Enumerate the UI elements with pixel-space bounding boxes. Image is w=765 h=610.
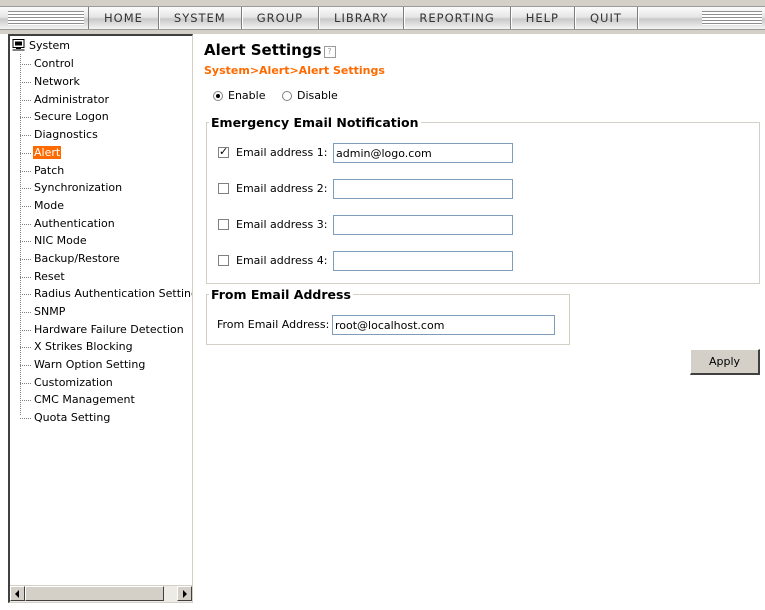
sidebar-item-nic-mode[interactable]: NIC Mode: [20, 232, 88, 249]
sidebar-item-label: Alert: [33, 146, 62, 159]
sidebar-item-label: Diagnostics: [34, 128, 98, 141]
sidebar-item-cmc-management[interactable]: CMC Management: [20, 391, 136, 408]
from-email-input[interactable]: [332, 315, 555, 335]
sidebar-tree: System Control Network Administrator Sec…: [8, 34, 193, 603]
sidebar-item-label: Warn Option Setting: [34, 358, 146, 371]
sidebar-item-label: SNMP: [34, 305, 66, 318]
sidebar-item-alert[interactable]: Alert: [20, 144, 62, 161]
scroll-right-button[interactable]: [177, 586, 192, 601]
sidebar-item-label: Radius Authentication Setting: [34, 287, 193, 300]
email-2-label: Email address 2:: [236, 182, 328, 195]
sidebar-item-label: Customization: [34, 376, 113, 389]
sidebar-item-label: Authentication: [34, 217, 115, 230]
email-3-input[interactable]: [333, 215, 513, 235]
breadcrumb: System>Alert>Alert Settings: [204, 64, 385, 77]
page-title: Alert Settings?: [204, 41, 336, 59]
sidebar-item-label: Mode: [34, 199, 64, 212]
sidebar-item-label: Reset: [34, 270, 65, 283]
email-1-input[interactable]: [333, 143, 513, 163]
menu-group[interactable]: GROUP: [242, 7, 320, 29]
scroll-thumb[interactable]: [25, 586, 164, 601]
sidebar-item-control[interactable]: Control: [20, 55, 75, 72]
sidebar-item-network[interactable]: Network: [20, 73, 81, 90]
tree-root-system[interactable]: System: [12, 38, 70, 54]
sidebar-item-secure-logon[interactable]: Secure Logon: [20, 108, 110, 125]
menu-system[interactable]: SYSTEM: [159, 7, 242, 29]
sidebar-item-label: Control: [34, 57, 74, 70]
scroll-left-button[interactable]: [10, 586, 25, 601]
sidebar-item-label: Network: [34, 75, 80, 88]
right-grip-lines: [702, 11, 762, 25]
top-navigation-bar: HOME SYSTEM GROUP LIBRARY REPORTING HELP…: [0, 0, 765, 34]
email-4-checkbox[interactable]: [218, 255, 229, 266]
from-email-label: From Email Address:: [217, 318, 330, 331]
sidebar-item-customization[interactable]: Customization: [20, 374, 114, 391]
sidebar-item-administrator[interactable]: Administrator: [20, 91, 110, 108]
disable-label: Disable: [297, 89, 338, 102]
sidebar-item-label: Quota Setting: [34, 411, 111, 424]
sidebar-item-patch[interactable]: Patch: [20, 162, 65, 179]
sidebar-item-snmp[interactable]: SNMP: [20, 303, 66, 320]
email-1-label: Email address 1:: [236, 146, 328, 159]
email-3-checkbox[interactable]: [218, 219, 229, 230]
arrow-left-icon: [15, 590, 19, 598]
email-2-checkbox[interactable]: [218, 183, 229, 194]
sidebar-item-radius-authentication-setting[interactable]: Radius Authentication Setting: [20, 285, 193, 302]
enable-label: Enable: [228, 89, 266, 102]
menu-reporting[interactable]: REPORTING: [404, 7, 511, 29]
email-2-input[interactable]: [333, 179, 513, 199]
menu-library[interactable]: LIBRARY: [319, 7, 405, 29]
menu-strip: HOME SYSTEM GROUP LIBRARY REPORTING HELP…: [0, 6, 765, 30]
page-title-text: Alert Settings: [204, 41, 322, 59]
sidebar-item-mode[interactable]: Mode: [20, 197, 65, 214]
sidebar-item-authentication[interactable]: Authentication: [20, 215, 116, 232]
menu-quit[interactable]: QUIT: [575, 7, 638, 29]
apply-button[interactable]: Apply: [690, 349, 760, 375]
horizontal-scrollbar[interactable]: [10, 585, 192, 602]
sidebar-item-x-strikes-blocking[interactable]: X Strikes Blocking: [20, 338, 134, 355]
main-menu: HOME SYSTEM GROUP LIBRARY REPORTING HELP…: [88, 7, 638, 29]
email-1-checkbox[interactable]: [218, 145, 229, 158]
sidebar-item-label: Secure Logon: [34, 110, 109, 123]
sidebar-item-hardware-failure-detection[interactable]: Hardware Failure Detection: [20, 321, 185, 338]
from-email-legend: From Email Address: [211, 287, 351, 302]
sidebar-item-warn-option-setting[interactable]: Warn Option Setting: [20, 356, 146, 373]
email-4-input[interactable]: [333, 251, 513, 271]
disable-radio[interactable]: Disable: [282, 89, 338, 103]
sidebar-item-label: X Strikes Blocking: [34, 340, 133, 353]
email-4-label: Email address 4:: [236, 254, 328, 267]
sidebar-item-quota-setting[interactable]: Quota Setting: [20, 409, 111, 426]
sidebar-item-reset[interactable]: Reset: [20, 268, 66, 285]
tree-root-label: System: [29, 39, 71, 52]
help-icon[interactable]: ?: [323, 46, 336, 58]
menu-help[interactable]: HELP: [511, 7, 575, 29]
sidebar-item-label: Hardware Failure Detection: [34, 323, 184, 336]
left-grip-lines: [8, 11, 84, 25]
sidebar-item-label: NIC Mode: [34, 234, 87, 247]
radio-unchecked-icon[interactable]: [282, 91, 292, 101]
email-3-label: Email address 3:: [236, 218, 328, 231]
sidebar-item-backup-restore[interactable]: Backup/Restore: [20, 250, 121, 267]
sidebar-item-diagnostics[interactable]: Diagnostics: [20, 126, 99, 143]
sidebar-item-label: Backup/Restore: [34, 252, 120, 265]
sidebar-item-label: Synchronization: [34, 181, 123, 194]
computer-icon: [12, 39, 25, 56]
sidebar-item-label: Administrator: [34, 93, 109, 106]
sidebar-item-synchronization[interactable]: Synchronization: [20, 179, 123, 196]
emergency-email-legend: Emergency Email Notification: [211, 115, 419, 130]
menu-home[interactable]: HOME: [88, 7, 159, 29]
enable-radio[interactable]: Enable: [213, 89, 265, 103]
arrow-right-icon: [183, 590, 187, 598]
sidebar-item-label: Patch: [34, 164, 65, 177]
sidebar-item-label: CMC Management: [34, 393, 135, 406]
radio-checked-icon[interactable]: [213, 91, 223, 101]
